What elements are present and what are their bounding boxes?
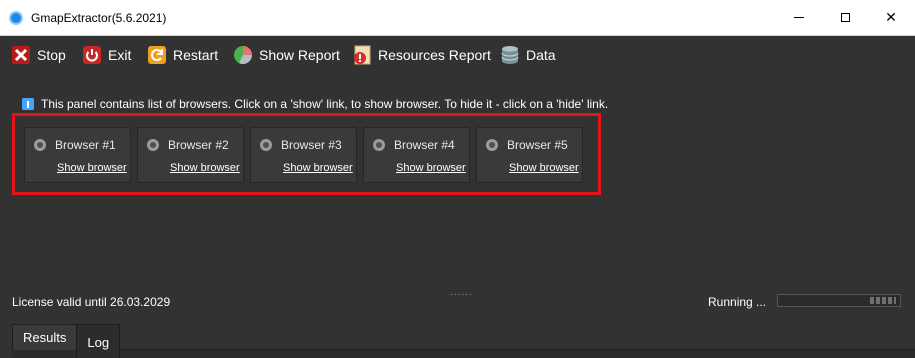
browser-icon — [373, 139, 385, 151]
browser-card-3: Browser #3 Show browser — [250, 127, 357, 183]
license-status: License valid until 26.03.2029 — [12, 295, 171, 309]
tab-log[interactable]: Log — [76, 324, 121, 358]
browser-card-4: Browser #4 Show browser — [363, 127, 470, 183]
show-browser-link[interactable]: Show browser — [170, 162, 240, 174]
browser-icon — [147, 139, 159, 151]
browser-icon — [486, 139, 498, 151]
browser-card-1: Browser #1 Show browser — [24, 127, 131, 183]
data-button[interactable]: Data — [500, 42, 556, 68]
show-report-button[interactable]: Show Report — [233, 42, 340, 68]
minimize-icon — [794, 17, 804, 18]
resources-report-label: Resources Report — [378, 47, 491, 63]
browser-card-5: Browser #5 Show browser — [476, 127, 583, 183]
show-browser-link[interactable]: Show browser — [57, 162, 127, 174]
browser-name: Browser #1 — [55, 138, 116, 152]
app-window: GmapExtractor(5.6.2021) ✕ Stop Exit Rest… — [0, 0, 915, 358]
tab-panel — [12, 349, 915, 358]
toolbar: Stop Exit Restart Show Report Resources … — [0, 36, 915, 76]
panel-splitter[interactable]: ...... — [450, 287, 473, 298]
restart-label: Restart — [173, 47, 219, 63]
power-icon — [82, 45, 102, 65]
browser-card-2: Browser #2 Show browser — [137, 127, 244, 183]
running-status: Running ... — [708, 295, 767, 309]
tab-results[interactable]: Results — [12, 324, 78, 350]
close-icon: ✕ — [885, 9, 897, 25]
minimize-button[interactable] — [776, 0, 822, 35]
info-message: This panel contains list of browsers. Cl… — [22, 97, 608, 111]
stop-button[interactable]: Stop — [11, 42, 66, 68]
browser-name: Browser #2 — [168, 138, 229, 152]
browser-icon — [34, 139, 46, 151]
maximize-icon — [840, 13, 850, 22]
progress-marquee — [870, 297, 896, 304]
exit-label: Exit — [108, 47, 132, 63]
browser-name: Browser #5 — [507, 138, 568, 152]
tab-strip: Results Log — [12, 323, 121, 358]
exit-button[interactable]: Exit — [82, 42, 131, 68]
data-label: Data — [526, 47, 556, 63]
resources-report-button[interactable]: Resources Report — [352, 42, 491, 68]
restart-icon — [147, 45, 167, 65]
stop-label: Stop — [37, 47, 66, 63]
info-icon — [22, 98, 34, 110]
pie-chart-icon — [233, 45, 253, 65]
maximize-button[interactable] — [822, 0, 868, 35]
close-button[interactable]: ✕ — [868, 0, 914, 35]
stop-icon — [11, 45, 31, 65]
show-browser-link[interactable]: Show browser — [396, 162, 466, 174]
progress-bar — [777, 294, 901, 307]
show-browser-link[interactable]: Show browser — [283, 162, 353, 174]
database-icon — [500, 45, 520, 65]
show-report-label: Show Report — [259, 47, 340, 63]
browser-icon — [260, 139, 272, 151]
info-text: This panel contains list of browsers. Cl… — [41, 97, 609, 111]
browser-name: Browser #4 — [394, 138, 455, 152]
title-bar: GmapExtractor(5.6.2021) ✕ — [0, 0, 915, 36]
window-title: GmapExtractor(5.6.2021) — [31, 11, 167, 25]
show-browser-link[interactable]: Show browser — [509, 162, 579, 174]
restart-button[interactable]: Restart — [147, 42, 218, 68]
warning-report-icon — [352, 45, 372, 65]
app-logo-icon — [9, 11, 23, 25]
browser-name: Browser #3 — [281, 138, 342, 152]
